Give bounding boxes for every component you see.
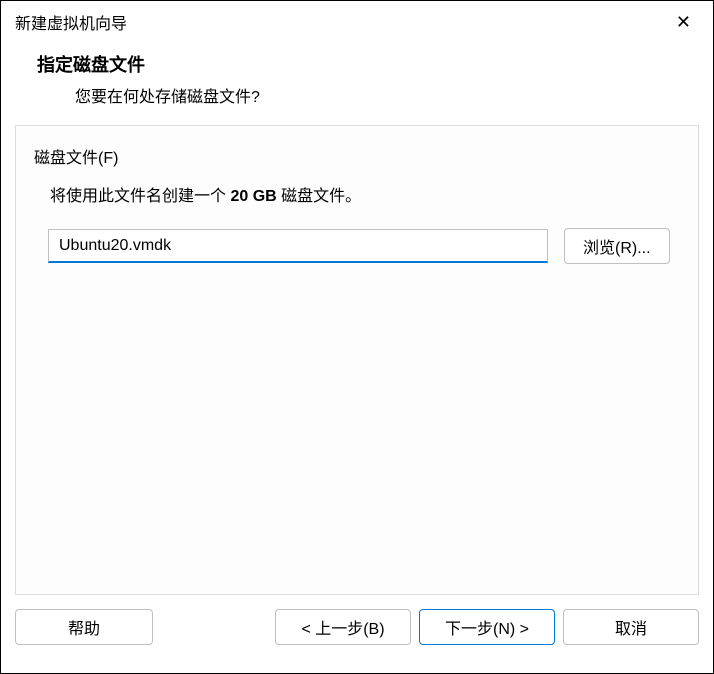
input-row: 浏览(R)...: [48, 228, 680, 264]
wizard-footer: 帮助 < 上一步(B) 下一步(N) > 取消: [1, 595, 713, 659]
disk-file-label: 磁盘文件(F): [34, 144, 680, 168]
help-button[interactable]: 帮助: [15, 609, 153, 645]
disk-file-input[interactable]: [48, 229, 548, 263]
next-button[interactable]: 下一步(N) >: [419, 609, 555, 645]
desc-prefix: 将使用此文件名创建一个: [50, 188, 230, 205]
titlebar: 新建虚拟机向导 ✕: [1, 1, 713, 41]
page-title: 指定磁盘文件: [37, 51, 699, 77]
page-subtitle: 您要在何处存储磁盘文件?: [75, 83, 699, 107]
desc-suffix: 磁盘文件。: [277, 188, 361, 205]
content-panel: 磁盘文件(F) 将使用此文件名创建一个 20 GB 磁盘文件。 浏览(R)...: [15, 125, 699, 595]
window-title: 新建虚拟机向导: [15, 10, 127, 34]
cancel-button[interactable]: 取消: [563, 609, 699, 645]
close-icon[interactable]: ✕: [668, 9, 699, 35]
desc-size: 20 GB: [230, 188, 276, 205]
wizard-header: 指定磁盘文件 您要在何处存储磁盘文件?: [1, 41, 713, 125]
back-button[interactable]: < 上一步(B): [275, 609, 411, 645]
disk-description: 将使用此文件名创建一个 20 GB 磁盘文件。: [50, 182, 680, 206]
browse-button[interactable]: 浏览(R)...: [564, 228, 670, 264]
